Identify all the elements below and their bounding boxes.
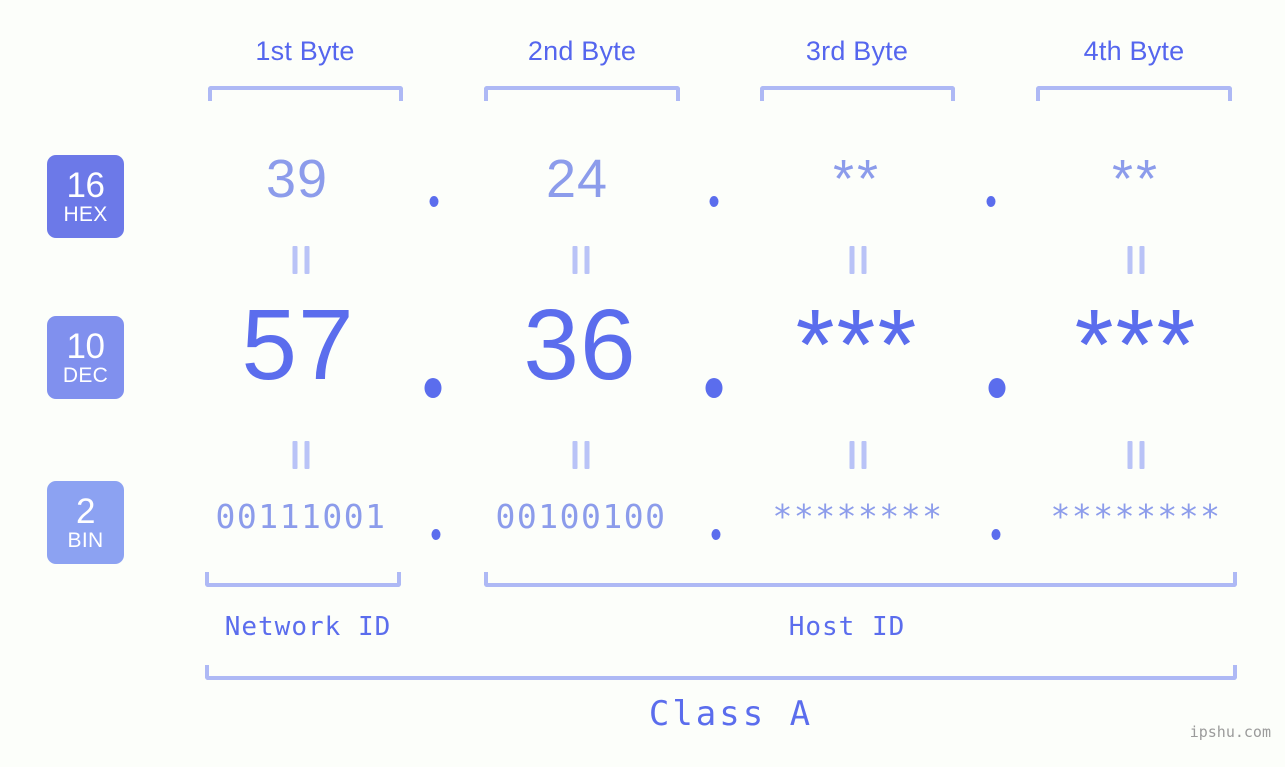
watermark: ipshu.com bbox=[1189, 723, 1271, 741]
bin-byte-2: 00100100 bbox=[495, 497, 667, 536]
radix-badge-dec-number: 10 bbox=[66, 327, 105, 366]
radix-badge-dec-name: DEC bbox=[62, 364, 109, 387]
byte-bracket-3 bbox=[760, 86, 955, 101]
hex-byte-3: ** bbox=[832, 149, 882, 209]
radix-badge-bin-name: BIN bbox=[67, 529, 104, 552]
bin-byte-3: ******** bbox=[772, 497, 944, 536]
radix-badge-hex-name: HEX bbox=[63, 203, 108, 226]
dec-byte-3: *** bbox=[795, 289, 919, 401]
dec-byte-2: 36 bbox=[523, 289, 637, 401]
equals-separator-hex-dec-4 bbox=[1127, 246, 1145, 274]
dec-byte-1: 57 bbox=[241, 289, 355, 401]
bin-dot-2 bbox=[711, 529, 721, 540]
bin-dot-3 bbox=[991, 529, 1001, 540]
dec-dot-3 bbox=[988, 378, 1006, 398]
equals-separator-hex-dec-1 bbox=[292, 246, 310, 274]
hex-dot-2 bbox=[709, 196, 719, 207]
hex-byte-2: 24 bbox=[545, 149, 609, 209]
hex-byte-4: ** bbox=[1111, 149, 1161, 209]
byte-bracket-2 bbox=[484, 86, 680, 101]
network-id-bracket bbox=[205, 572, 401, 587]
equals-separator-dec-bin-4 bbox=[1127, 441, 1145, 469]
ip-byte-breakdown-diagram: 1st Byte 2nd Byte 3rd Byte 4th Byte 16 H… bbox=[0, 0, 1285, 767]
hex-dot-3 bbox=[986, 196, 996, 207]
host-id-bracket bbox=[484, 572, 1237, 587]
dec-byte-4: *** bbox=[1074, 289, 1198, 401]
byte-bracket-1 bbox=[208, 86, 403, 101]
byte-bracket-4 bbox=[1036, 86, 1232, 101]
equals-separator-dec-bin-2 bbox=[572, 441, 590, 469]
radix-badge-bin-number: 2 bbox=[76, 492, 95, 531]
equals-separator-dec-bin-1 bbox=[292, 441, 310, 469]
dec-dot-1 bbox=[424, 378, 442, 398]
network-id-label: Network ID bbox=[224, 612, 392, 642]
class-label: Class A bbox=[648, 694, 814, 734]
radix-badge-dec: 10 DEC bbox=[47, 316, 124, 399]
equals-separator-hex-dec-2 bbox=[572, 246, 590, 274]
bin-byte-1: 00111001 bbox=[215, 497, 387, 536]
radix-badge-hex: 16 HEX bbox=[47, 155, 124, 238]
byte-header-2: 2nd Byte bbox=[527, 36, 637, 66]
hex-byte-1: 39 bbox=[265, 149, 329, 209]
bin-byte-4: ******** bbox=[1050, 497, 1222, 536]
equals-separator-hex-dec-3 bbox=[849, 246, 867, 274]
bin-dot-1 bbox=[431, 529, 441, 540]
byte-header-4: 4th Byte bbox=[1083, 36, 1185, 66]
hex-dot-1 bbox=[429, 196, 439, 207]
byte-header-3: 3rd Byte bbox=[805, 36, 909, 66]
equals-separator-dec-bin-3 bbox=[849, 441, 867, 469]
radix-badge-bin: 2 BIN bbox=[47, 481, 124, 564]
host-id-label: Host ID bbox=[788, 612, 906, 642]
byte-header-1: 1st Byte bbox=[255, 36, 355, 66]
radix-badge-hex-number: 16 bbox=[66, 166, 105, 205]
class-bracket bbox=[205, 665, 1237, 680]
dec-dot-2 bbox=[705, 378, 723, 398]
